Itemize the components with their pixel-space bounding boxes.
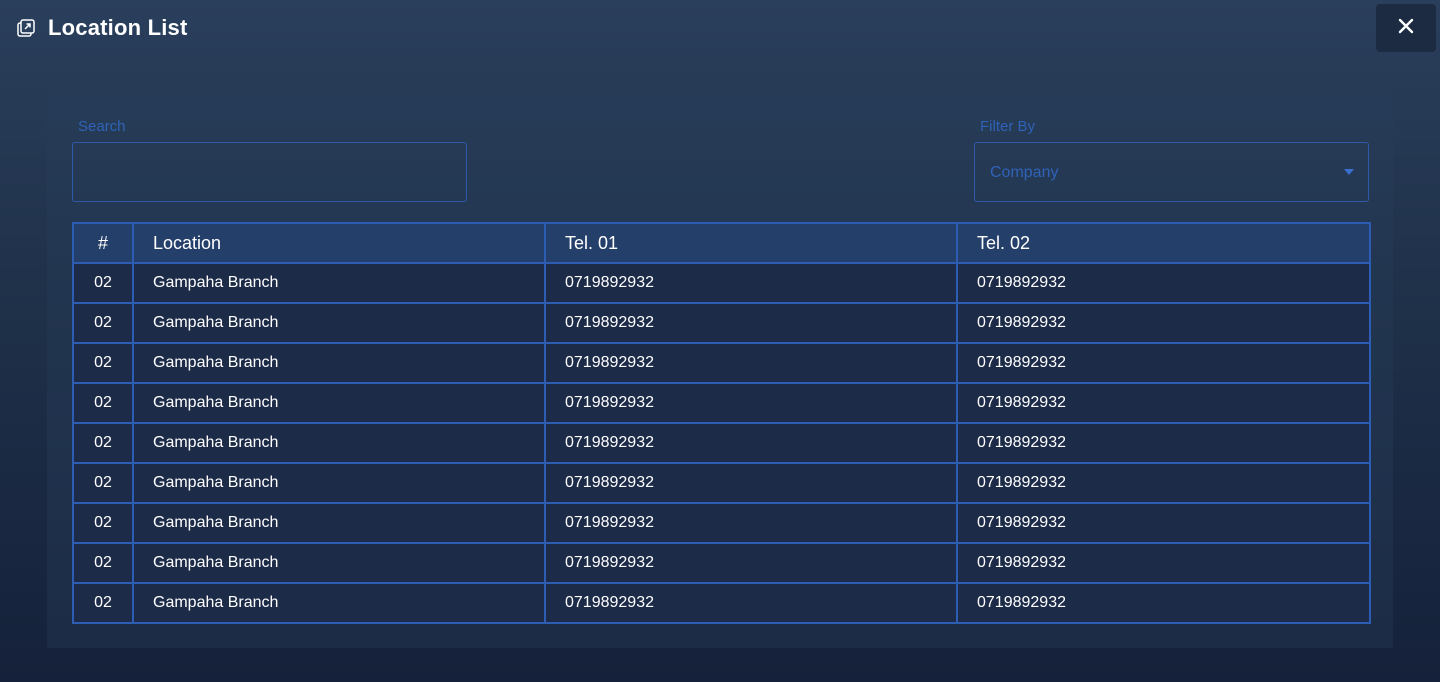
cell-number: 02: [72, 502, 134, 544]
cell-tel-02: 0719892932: [956, 422, 1371, 464]
cell-number: 02: [72, 342, 134, 384]
cell-number: 02: [72, 422, 134, 464]
cell-location: Gampaha Branch: [132, 382, 546, 424]
cell-tel-01: 0719892932: [544, 542, 958, 584]
cell-location: Gampaha Branch: [132, 502, 546, 544]
cell-tel-01: 0719892932: [544, 582, 958, 624]
table-row[interactable]: 02 Gampaha Branch 0719892932 0719892932: [72, 462, 1371, 504]
search-label: Search: [78, 118, 126, 135]
cell-number: 02: [72, 462, 134, 504]
cell-tel-01: 0719892932: [544, 302, 958, 344]
cell-tel-02: 0719892932: [956, 502, 1371, 544]
search-input[interactable]: [72, 142, 467, 202]
cell-location: Gampaha Branch: [132, 582, 546, 624]
cell-tel-01: 0719892932: [544, 502, 958, 544]
cell-tel-02: 0719892932: [956, 342, 1371, 384]
table-header-row: # Location Tel. 01 Tel. 02: [72, 222, 1371, 264]
close-button[interactable]: [1376, 4, 1436, 52]
column-header-number[interactable]: #: [72, 222, 134, 264]
cell-tel-01: 0719892932: [544, 382, 958, 424]
cell-tel-02: 0719892932: [956, 582, 1371, 624]
table-row[interactable]: 02 Gampaha Branch 0719892932 0719892932: [72, 422, 1371, 464]
column-header-tel-02[interactable]: Tel. 02: [956, 222, 1371, 264]
cell-tel-02: 0719892932: [956, 262, 1371, 304]
cell-tel-02: 0719892932: [956, 462, 1371, 504]
cell-location: Gampaha Branch: [132, 462, 546, 504]
table-row[interactable]: 02 Gampaha Branch 0719892932 0719892932: [72, 502, 1371, 544]
external-window-icon: [17, 19, 35, 37]
cell-tel-01: 0719892932: [544, 262, 958, 304]
filter-by-select[interactable]: Company: [974, 142, 1369, 202]
cell-number: 02: [72, 262, 134, 304]
cell-tel-01: 0719892932: [544, 462, 958, 504]
table-row[interactable]: 02 Gampaha Branch 0719892932 0719892932: [72, 342, 1371, 384]
cell-number: 02: [72, 542, 134, 584]
cell-tel-01: 0719892932: [544, 422, 958, 464]
table-row[interactable]: 02 Gampaha Branch 0719892932 0719892932: [72, 582, 1371, 624]
column-header-tel-01[interactable]: Tel. 01: [544, 222, 958, 264]
cell-tel-02: 0719892932: [956, 382, 1371, 424]
close-icon: [1398, 18, 1414, 39]
cell-number: 02: [72, 302, 134, 344]
page-title: Location List: [48, 15, 188, 40]
cell-location: Gampaha Branch: [132, 342, 546, 384]
cell-tel-02: 0719892932: [956, 302, 1371, 344]
table-row[interactable]: 02 Gampaha Branch 0719892932 0719892932: [72, 382, 1371, 424]
cell-location: Gampaha Branch: [132, 422, 546, 464]
cell-number: 02: [72, 382, 134, 424]
dialog-header: Location List: [0, 0, 1440, 60]
chevron-down-icon: [1344, 169, 1354, 175]
cell-number: 02: [72, 582, 134, 624]
table-row[interactable]: 02 Gampaha Branch 0719892932 0719892932: [72, 542, 1371, 584]
filter-by-label: Filter By: [980, 118, 1036, 135]
cell-location: Gampaha Branch: [132, 262, 546, 304]
location-table: # Location Tel. 01 Tel. 02 02 Gampaha Br…: [72, 222, 1371, 624]
cell-tel-02: 0719892932: [956, 542, 1371, 584]
cell-location: Gampaha Branch: [132, 302, 546, 344]
filter-by-value: Company: [990, 164, 1059, 181]
column-header-location[interactable]: Location: [132, 222, 546, 264]
table-row[interactable]: 02 Gampaha Branch 0719892932 0719892932: [72, 262, 1371, 304]
table-row[interactable]: 02 Gampaha Branch 0719892932 0719892932: [72, 302, 1371, 344]
cell-location: Gampaha Branch: [132, 542, 546, 584]
cell-tel-01: 0719892932: [544, 342, 958, 384]
